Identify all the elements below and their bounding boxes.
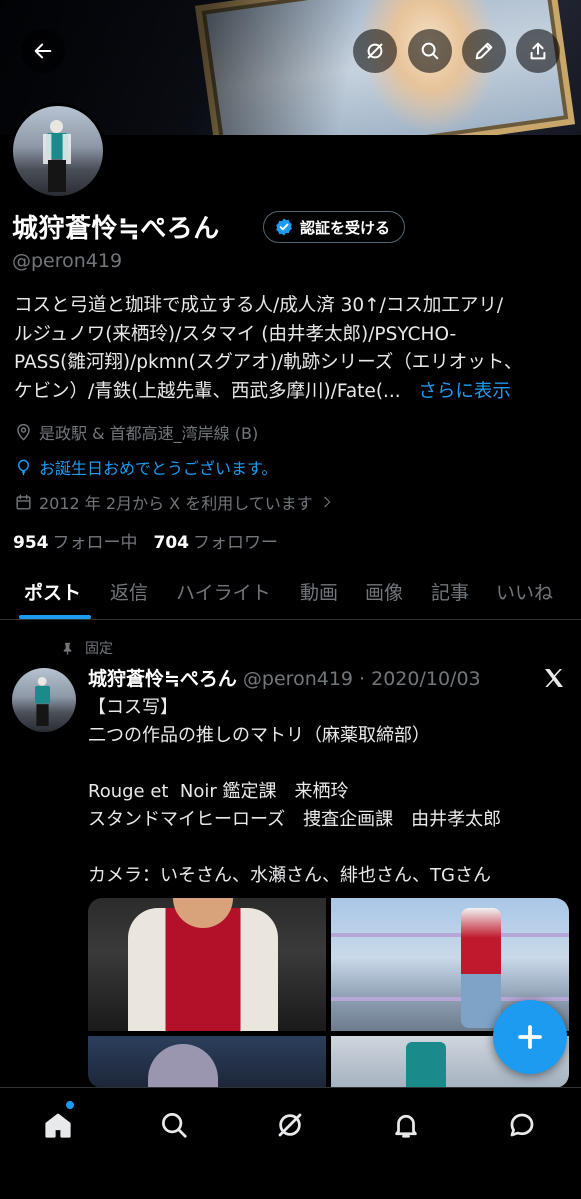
pinned-indicator: 固定 (60, 638, 113, 658)
back-button[interactable] (21, 29, 65, 73)
post-text: 【コス写】二つの作品の推しのマトリ（麻薬取締部） Rouge et Noir 鑑… (88, 694, 501, 890)
profile-bio: コスと弓道と珈琲で成立する人/成人済 30↑/コス加工アリ/ ルジュノワ(来栖玲… (14, 292, 574, 406)
post-line: 二つの作品の推しのマトリ（麻薬取締部） (88, 725, 430, 746)
pinned-label: 固定 (85, 641, 113, 657)
get-verified-button[interactable]: 認証を受ける (263, 211, 406, 243)
following-link[interactable]: 954 フォロー中 (13, 528, 138, 553)
grok-icon (367, 43, 383, 59)
pin-icon (63, 642, 72, 655)
following-label: フォロー中 (52, 533, 138, 553)
tab-likes[interactable]: いいね (496, 578, 553, 605)
bio-line: PASS(雛河翔)/pkmn(スグアオ)/軌跡シリーズ（エリオット、 (14, 352, 523, 373)
tab-posts[interactable]: ポスト (24, 578, 81, 605)
post-author-name[interactable]: 城狩蒼怜≒ぺろん (88, 668, 237, 690)
nav-search[interactable] (154, 1105, 194, 1145)
nav-grok[interactable] (270, 1105, 310, 1145)
post-photo[interactable] (88, 1036, 326, 1088)
search-button[interactable] (408, 29, 452, 73)
edit-button[interactable] (462, 29, 506, 73)
show-more-link[interactable]: さらに表示 (418, 381, 511, 402)
home-icon (45, 1113, 71, 1138)
bio-line: ルジュノワ(来栖玲)/スタマイ (由井孝太郎)/PSYCHO- (14, 323, 457, 345)
tab-media[interactable]: 画像 (365, 578, 403, 605)
joined-row[interactable]: 2012 年 2月から X を利用しています (14, 490, 335, 514)
follow-stats: 954 フォロー中 704 フォロワー (13, 528, 278, 553)
location-pin-icon (17, 423, 30, 440)
messages-icon (510, 1113, 534, 1137)
share-button[interactable] (516, 29, 560, 73)
search-icon (162, 1113, 187, 1138)
post-line: カメラ：いそさん、水瀬さん、緋也さん、TGさん (88, 865, 491, 886)
profile-tabs: ポスト 返信 ハイライト 動画 画像 記事 いいね (0, 566, 581, 620)
post-author-avatar[interactable] (12, 668, 76, 732)
notifications-icon (395, 1114, 417, 1138)
location-row: 是政駅 & 首都高速_湾岸線 (B) (14, 420, 258, 444)
post-media-grid (88, 898, 569, 1088)
nav-notifications[interactable] (386, 1105, 426, 1145)
chevron-right-icon (324, 496, 331, 508)
x-logo-icon (545, 669, 563, 687)
tab-videos[interactable]: 動画 (300, 578, 338, 605)
tab-articles[interactable]: 記事 (431, 578, 469, 605)
plus-icon (518, 1025, 542, 1049)
location-text: 是政駅 & 首都高速_湾岸線 (B) (39, 424, 259, 443)
profile-handle: @peron419 (12, 250, 123, 272)
bio-line: ケビン）/青鉄(上越先輩、西武多摩川)/Fate(... (14, 380, 401, 402)
verified-badge-icon (276, 218, 292, 236)
compose-post-button[interactable] (493, 1000, 567, 1074)
bottom-navigation (0, 1087, 581, 1199)
nav-home[interactable] (38, 1105, 78, 1145)
nav-messages[interactable] (502, 1105, 542, 1145)
birthday-text: お誕生日おめでとうございます。 (39, 459, 278, 478)
balloon-icon (18, 459, 29, 475)
post-line (88, 750, 501, 778)
birthday-row: お誕生日おめでとうございます。 (14, 455, 277, 479)
post-line: Rouge et Noir 鑑定課 来栖玲 (88, 781, 349, 802)
tab-replies[interactable]: 返信 (110, 578, 148, 605)
followers-count: 704 (153, 533, 190, 553)
edit-icon (475, 42, 493, 60)
grok-button[interactable] (353, 29, 397, 73)
joined-text: 2012 年 2月から X を利用しています (39, 494, 313, 513)
post-header: 城狩蒼怜≒ぺろん @peron419 · 2020/10/03 (88, 664, 481, 691)
tab-highlights[interactable]: ハイライト (176, 578, 271, 605)
grok-icon (278, 1113, 302, 1137)
following-count: 954 (13, 533, 49, 553)
bio-line: コスと弓道と珈琲で成立する人/成人済 30↑/コス加工アリ/ (14, 295, 504, 316)
home-notification-dot (66, 1101, 74, 1109)
post-line: スタンドマイヒーローズ 捜査企画課 由井孝太郎 (88, 809, 502, 830)
arrow-left-icon (34, 43, 52, 59)
followers-label: フォロワー (193, 533, 278, 553)
post-handle-date: @peron419 · 2020/10/03 (242, 668, 481, 690)
post-line (88, 834, 501, 862)
display-name: 城狩蒼怜≒ぺろん (12, 214, 220, 244)
active-tab-indicator (19, 615, 91, 619)
followers-link[interactable]: 704 フォロワー (154, 528, 279, 553)
post-line: 【コス写】 (88, 697, 178, 718)
calendar-icon (16, 494, 31, 510)
get-verified-label: 認証を受ける (300, 218, 391, 237)
search-icon (421, 42, 439, 60)
profile-avatar[interactable] (10, 103, 106, 199)
post-photo[interactable] (88, 898, 326, 1031)
share-icon (530, 42, 546, 60)
